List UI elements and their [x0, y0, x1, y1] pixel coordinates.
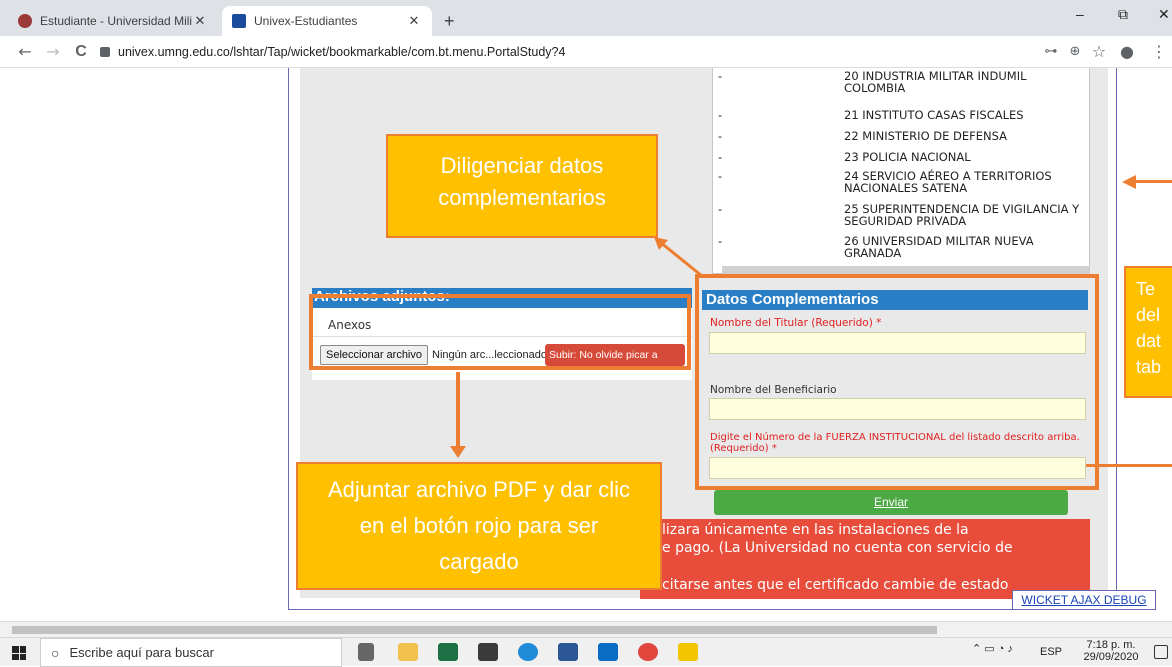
- tab-univex[interactable]: Univex-Estudiantes ✕: [222, 6, 432, 36]
- back-icon[interactable]: ←: [14, 41, 36, 63]
- callout-right-partial: Te del dat tab: [1124, 266, 1172, 398]
- list-horizontal-scrollbar[interactable]: [722, 266, 1090, 274]
- callout-text: dat: [1136, 331, 1162, 351]
- connector-line: [1086, 464, 1172, 467]
- restore-icon[interactable]: ⧉: [1118, 6, 1128, 23]
- lock-icon: [100, 47, 110, 57]
- search-icon: ○: [51, 644, 60, 661]
- word-icon[interactable]: [558, 643, 578, 661]
- tab-estudiante[interactable]: Estudiante - Universidad Militar N ✕: [8, 6, 218, 36]
- clock[interactable]: 7:18 p. m. 29/09/2020: [1078, 639, 1144, 663]
- browser-toolbar: ← → C univex.umng.edu.co/lshtar/Tap/wick…: [0, 36, 1172, 68]
- notice-line: citarse antes que el certificado cambie …: [662, 577, 1009, 593]
- windows-taskbar: ○ Escribe aquí para buscar ⌃ ▭ ◔ ♪ ESP 7…: [0, 637, 1172, 667]
- mail-icon[interactable]: [598, 643, 618, 661]
- callout-text: del: [1136, 305, 1161, 325]
- reload-icon[interactable]: C: [70, 41, 92, 63]
- callout-complementary: Diligenciar datos complementarios: [386, 134, 658, 238]
- excel-icon[interactable]: [438, 643, 458, 661]
- connector-line: [456, 372, 460, 454]
- file-explorer-icon[interactable]: [398, 643, 418, 661]
- url-text: univex.umng.edu.co/lshtar/Tap/wicket/boo…: [118, 45, 566, 59]
- minimize-icon[interactable]: –: [1076, 6, 1084, 22]
- profile-icon[interactable]: ●: [1116, 41, 1138, 63]
- univex-favicon-icon: [232, 14, 246, 28]
- connector-line: [1136, 180, 1172, 183]
- notice-line: lizara únicamente en las instalaciones d…: [662, 522, 969, 538]
- payment-notice: lizara únicamente en las instalaciones d…: [640, 519, 1090, 599]
- callout-text: Te: [1136, 279, 1156, 299]
- time-text: 7:18 p. m.: [1086, 639, 1136, 651]
- forward-icon[interactable]: →: [42, 41, 64, 63]
- store-icon[interactable]: [478, 643, 498, 661]
- callout-attach: Adjuntar archivo PDF y dar clic en el bo…: [296, 462, 662, 590]
- task-view-icon[interactable]: [358, 643, 374, 661]
- search-placeholder: Escribe aquí para buscar: [69, 645, 214, 660]
- arrow-left-icon: [1122, 175, 1136, 189]
- bookmark-star-icon[interactable]: ☆: [1088, 41, 1110, 63]
- taskbar-search[interactable]: ○ Escribe aquí para buscar: [40, 638, 342, 667]
- browser-tab-strip: Estudiante - Universidad Militar N ✕ Uni…: [0, 0, 1172, 36]
- notification-icon[interactable]: [1154, 645, 1168, 659]
- tray-icons[interactable]: ⌃ ▭ ◔ ♪: [972, 642, 1013, 655]
- close-tab-icon[interactable]: ✕: [192, 13, 208, 29]
- windows-start-icon[interactable]: [12, 646, 26, 660]
- chrome-icon[interactable]: [638, 643, 658, 661]
- edge-icon[interactable]: [518, 643, 538, 661]
- new-tab-button[interactable]: +: [434, 6, 464, 36]
- key-icon[interactable]: ⊶: [1040, 41, 1062, 63]
- university-favicon-icon: [18, 14, 32, 28]
- page-content: -20 INDUSTRIA MILITAR INDUMIL COLOMBIA -…: [0, 68, 1172, 621]
- scrollbar-thumb[interactable]: [12, 626, 937, 634]
- app-icon[interactable]: [678, 643, 698, 661]
- wicket-debug-link[interactable]: WICKET AJAX DEBUG: [1012, 590, 1156, 610]
- close-tab-icon[interactable]: ✕: [406, 13, 422, 29]
- connector-arrow-icon: [654, 237, 703, 278]
- submit-button[interactable]: Enviar: [714, 490, 1068, 515]
- zoom-icon[interactable]: ⊕: [1064, 41, 1086, 63]
- tab-title: Univex-Estudiantes: [254, 14, 358, 28]
- close-window-icon[interactable]: ✕: [1158, 6, 1170, 23]
- tab-title: Estudiante - Universidad Militar N: [40, 14, 192, 28]
- arrow-down-icon: [450, 446, 466, 458]
- notice-line: e pago. (La Universidad no cuenta con se…: [662, 540, 1013, 556]
- menu-icon[interactable]: ⋮: [1148, 41, 1170, 63]
- address-bar[interactable]: univex.umng.edu.co/lshtar/Tap/wicket/boo…: [100, 38, 1020, 66]
- language-indicator[interactable]: ESP: [1040, 646, 1062, 658]
- page-horizontal-scrollbar[interactable]: [0, 621, 1172, 637]
- attachments-highlight: [309, 294, 691, 370]
- date-text: 29/09/2020: [1083, 651, 1139, 663]
- callout-text: tab: [1136, 357, 1162, 377]
- complementary-highlight: [695, 274, 1099, 490]
